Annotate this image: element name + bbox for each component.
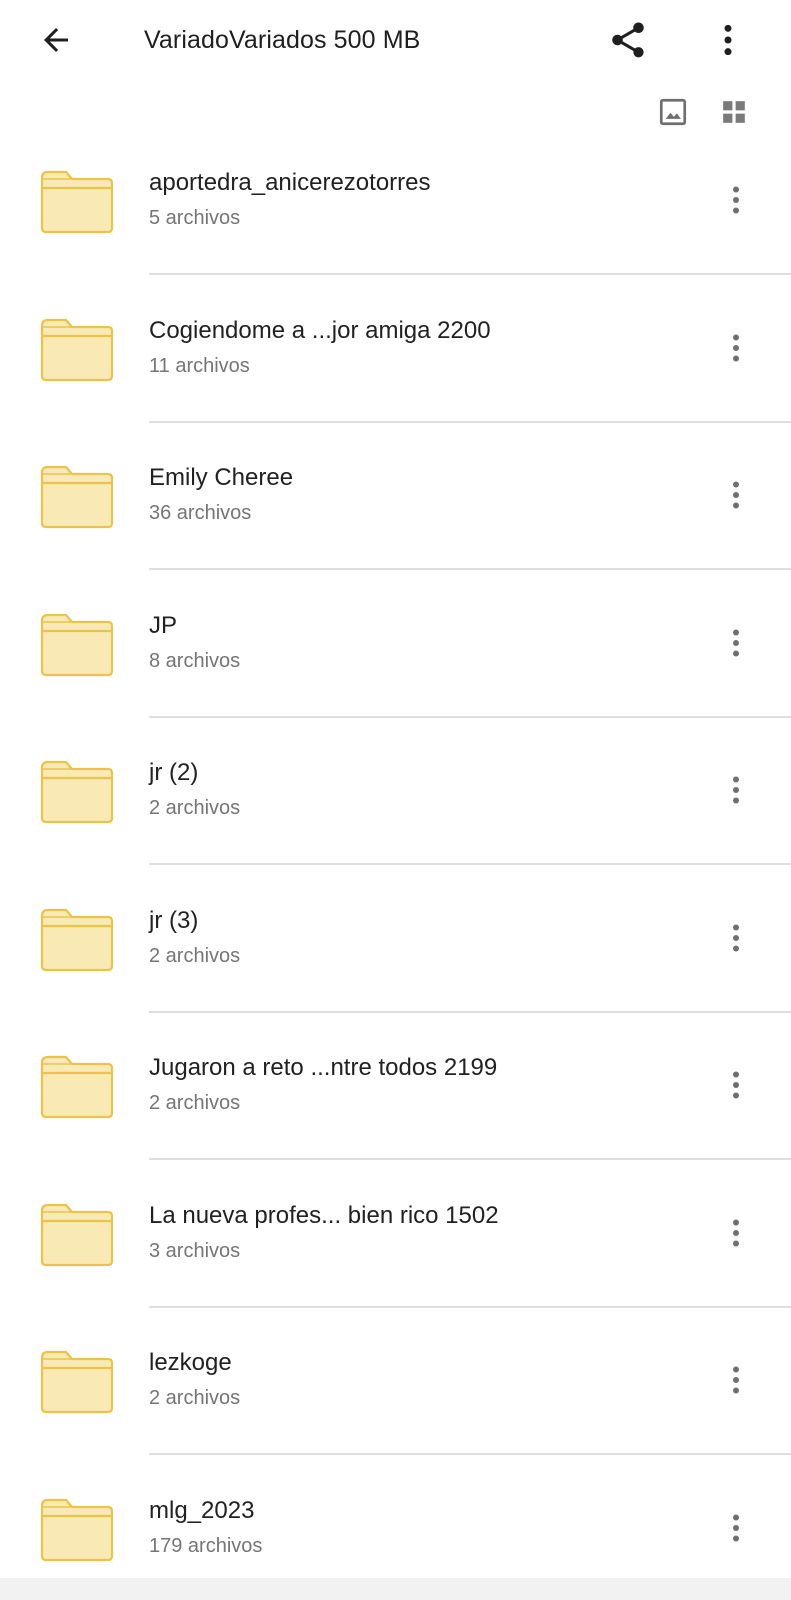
folder-more-button[interactable] (712, 619, 760, 667)
divider (149, 1453, 791, 1455)
image-view-button[interactable] (654, 93, 692, 131)
grid-view-icon (723, 101, 745, 123)
folder-more-button[interactable] (712, 1209, 760, 1257)
divider (149, 715, 791, 718)
more-options-button[interactable] (702, 14, 754, 66)
folder-more-button[interactable] (712, 766, 760, 814)
folder-file-count: 5 archivos (149, 207, 241, 229)
divider (149, 863, 791, 865)
folder-row[interactable]: JP 8 archivos (0, 595, 791, 743)
more-vert-icon (733, 1219, 739, 1246)
image-icon (659, 98, 687, 126)
arrow-left-icon (44, 28, 68, 52)
divider (149, 1158, 791, 1160)
page-title: VariadoVariados 500 MB (144, 26, 421, 54)
folder-icon (40, 1203, 114, 1266)
folder-row[interactable]: Emily Cheree 36 archivos (0, 447, 791, 595)
folder-name: mlg_2023 (149, 1496, 255, 1524)
folder-icon (40, 1055, 114, 1119)
divider (149, 420, 791, 423)
divider (149, 1305, 791, 1308)
divider (149, 568, 791, 570)
folder-more-button[interactable] (712, 1356, 760, 1404)
folder-name: lezkoge (149, 1349, 232, 1376)
folder-icon (40, 465, 114, 529)
folder-more-button[interactable] (712, 1061, 760, 1109)
more-vert-icon (733, 776, 739, 804)
folder-icon (40, 613, 114, 676)
folder-more-button[interactable] (712, 1504, 760, 1552)
folder-name: Cogiendome a ...jor amiga 2200 (149, 316, 491, 344)
share-button[interactable] (602, 14, 654, 66)
more-vert-icon (733, 481, 739, 509)
folder-name: Emily Cheree (149, 464, 294, 491)
folder-name: jr (2) (149, 759, 199, 786)
folder-file-count: 11 archivos (149, 354, 250, 377)
folder-row[interactable]: jr (3) 2 archivos (0, 890, 791, 1038)
folder-icon (40, 1350, 114, 1414)
folder-file-count: 36 archivos (149, 502, 252, 524)
folder-file-count: 2 archivos (149, 797, 241, 819)
navigation-bar-area (0, 1578, 791, 1600)
folder-row[interactable]: aportedra_anicerezotorres 5 archivos (0, 152, 791, 300)
folder-name: jr (3) (149, 906, 199, 934)
folder-name: Jugaron a reto ...ntre todos 2199 (149, 1054, 498, 1081)
folder-file-count: 2 archivos (149, 1092, 241, 1114)
more-vert-icon (733, 334, 739, 361)
more-vert-icon (733, 1514, 739, 1541)
folder-icon (40, 908, 114, 971)
folder-more-button[interactable] (712, 176, 760, 224)
folder-row[interactable]: Cogiendome a ...jor amiga 2200 11 archiv… (0, 300, 791, 448)
folder-file-count: 8 archivos (149, 649, 241, 672)
folder-file-count: 179 archivos (149, 1534, 263, 1557)
folder-row[interactable]: La nueva profes... bien rico 1502 3 arch… (0, 1185, 791, 1333)
folder-row[interactable]: lezkoge 2 archivos (0, 1332, 791, 1480)
folder-icon (40, 760, 114, 824)
folder-row[interactable]: Jugaron a reto ...ntre todos 2199 2 arch… (0, 1037, 791, 1185)
grid-view-button[interactable] (715, 93, 753, 131)
divider (149, 1010, 791, 1013)
folder-row[interactable]: jr (2) 2 archivos (0, 742, 791, 890)
folder-name: La nueva profes... bien rico 1502 (149, 1201, 499, 1229)
more-vert-icon (733, 186, 739, 214)
folder-icon (40, 170, 114, 234)
more-vert-icon (733, 629, 739, 656)
share-icon (612, 22, 644, 58)
more-vert-icon (733, 1071, 739, 1099)
more-vert-icon (733, 924, 739, 951)
folder-more-button[interactable] (712, 914, 760, 962)
folder-file-count: 3 archivos (149, 1239, 241, 1262)
file-browser-screen: VariadoVariados 500 MB aportedra_anicere… (0, 0, 791, 1600)
folder-name: aportedra_anicerezotorres (149, 169, 431, 196)
folder-list: aportedra_anicerezotorres 5 archivos Cog… (0, 152, 791, 1600)
folder-icon (40, 1498, 114, 1561)
back-button[interactable] (24, 16, 88, 64)
more-vert-icon (733, 1366, 739, 1394)
folder-file-count: 2 archivos (149, 944, 241, 967)
folder-file-count: 2 archivos (149, 1387, 241, 1409)
folder-more-button[interactable] (712, 471, 760, 519)
more-vert-icon (724, 24, 732, 56)
divider (149, 273, 791, 275)
folder-more-button[interactable] (712, 324, 760, 372)
folder-icon (40, 318, 114, 381)
top-app-bar: VariadoVariados 500 MB (0, 0, 791, 80)
folder-name: JP (149, 611, 178, 639)
